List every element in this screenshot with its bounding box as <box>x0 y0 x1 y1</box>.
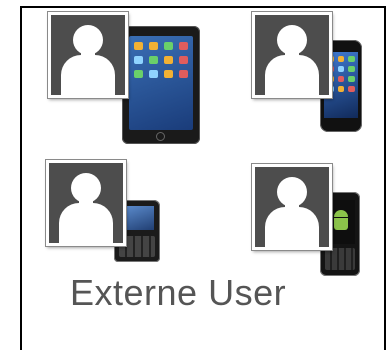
tablet-screen <box>129 36 193 130</box>
tile-user-tablet <box>44 8 200 148</box>
android-logo-icon <box>334 210 348 232</box>
tile-user-smartphone <box>250 8 370 138</box>
user-silhouette-icon <box>252 12 332 98</box>
user-silhouette-icon <box>252 164 332 250</box>
tablet-home-button <box>156 132 165 141</box>
caption-label: Externe User <box>70 272 287 313</box>
user-silhouette-icon <box>46 160 126 246</box>
user-silhouette-icon <box>48 12 128 98</box>
android-keypad <box>325 248 355 270</box>
tile-user-blackberry <box>44 160 174 270</box>
tablet-icon <box>122 26 200 144</box>
tile-user-android <box>250 160 370 280</box>
